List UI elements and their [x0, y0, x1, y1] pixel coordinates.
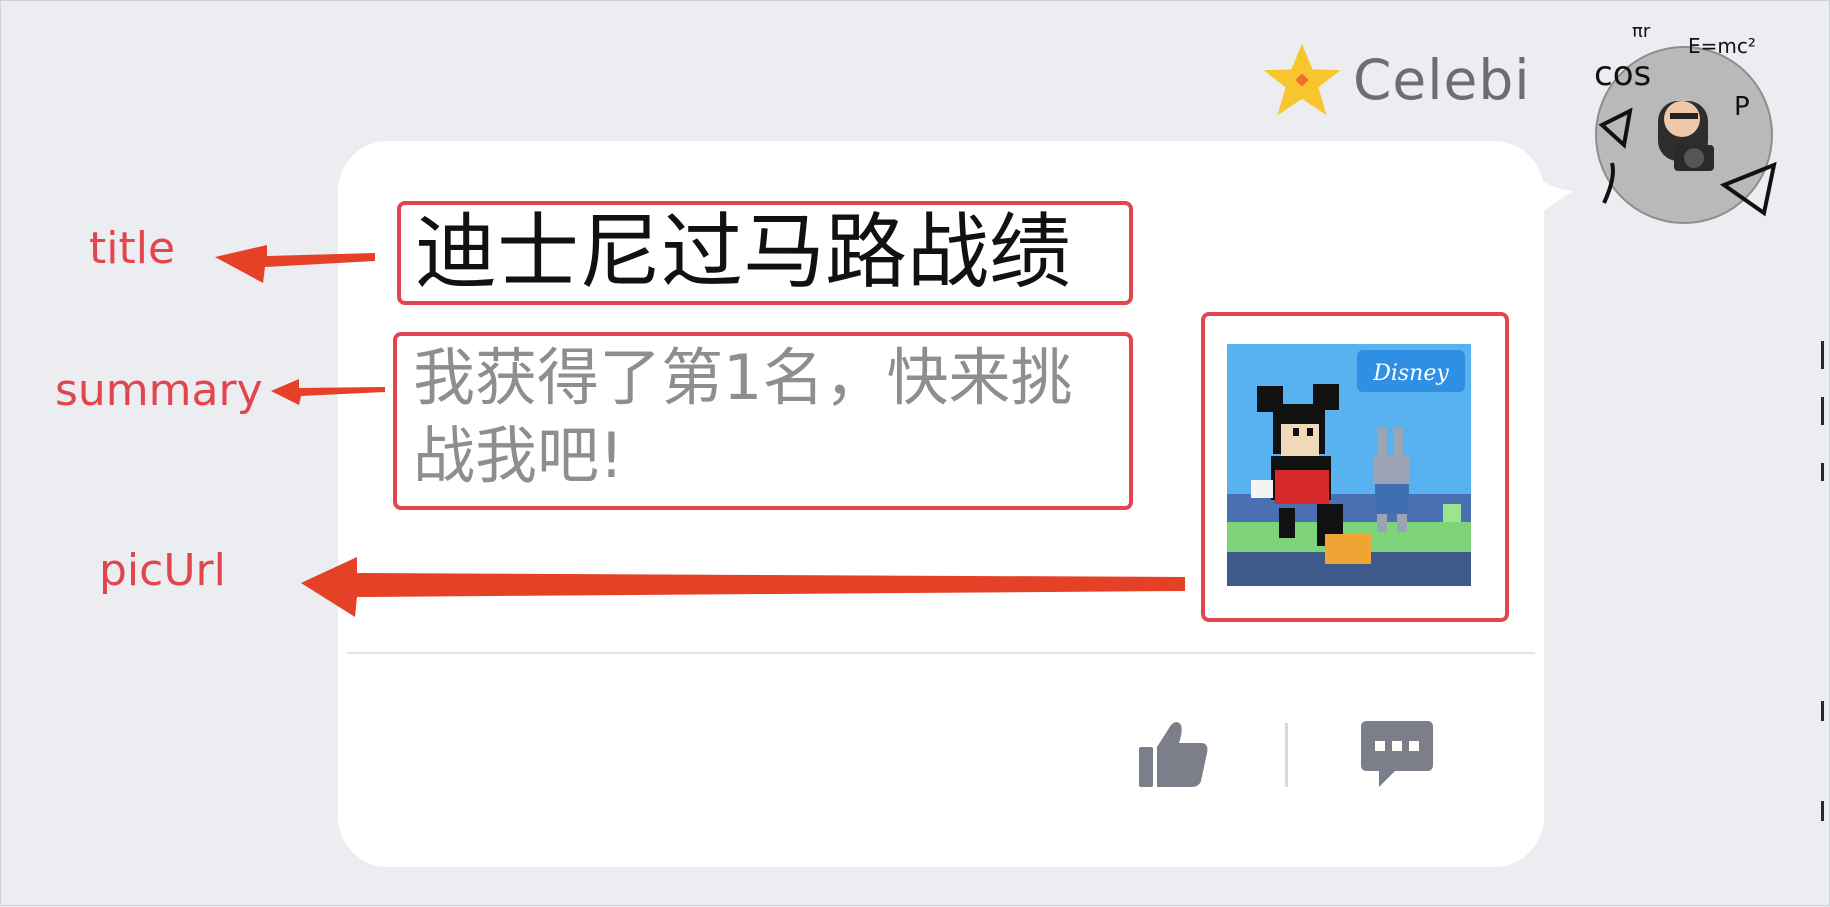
action-separator	[1285, 723, 1288, 787]
svg-text:πr: πr	[1632, 21, 1651, 42]
chat-window: Celebi cos E=mc² πr P 迪士尼过马路战绩 我获得了第1名，快…	[0, 0, 1830, 906]
annotation-title-label: title	[89, 223, 176, 274]
svg-text:E=mc²: E=mc²	[1688, 34, 1756, 58]
thumbs-up-icon[interactable]	[1137, 717, 1211, 791]
comment-bubble-icon[interactable]	[1359, 719, 1435, 791]
star-icon	[1263, 43, 1341, 116]
svg-text:P: P	[1734, 92, 1750, 122]
pic-highlight-box	[1201, 312, 1509, 622]
sender-header: Celebi	[1261, 35, 1531, 125]
summary-highlight-box	[393, 332, 1133, 510]
card-divider	[347, 652, 1535, 654]
sender-name[interactable]: Celebi	[1353, 48, 1531, 112]
svg-text:cos: cos	[1594, 54, 1651, 94]
avatar[interactable]: cos E=mc² πr P	[1584, 15, 1784, 225]
annotation-summary-label: summary	[55, 365, 263, 416]
annotation-picurl-label: picUrl	[99, 545, 226, 596]
title-highlight-box	[397, 201, 1133, 305]
window-edge-marks	[1821, 341, 1824, 821]
